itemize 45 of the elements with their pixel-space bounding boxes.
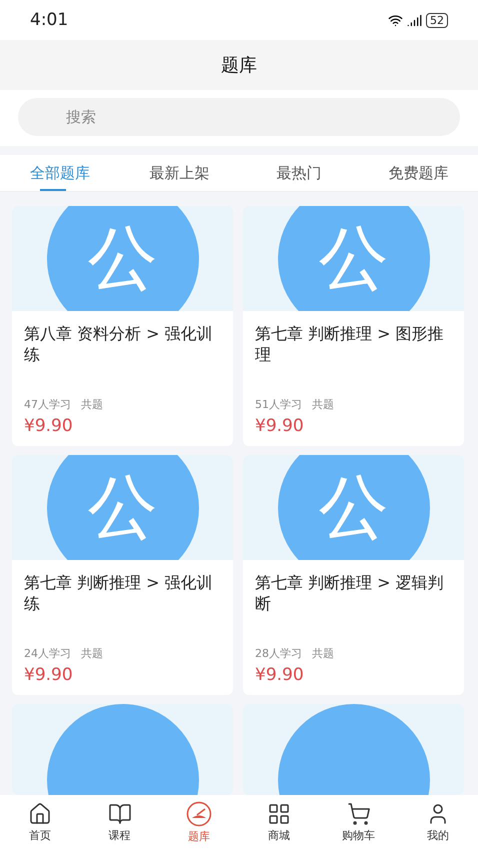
search-field[interactable]: 搜索 [18,98,460,136]
battery-level: 52 [426,12,448,28]
wifi-icon [388,12,403,28]
learner-count: 24人学习 [24,646,71,661]
cover-logo: 公 [46,206,198,311]
card-title: 第七章 判断推理 > 图形推理 [255,323,445,366]
nav-item[interactable]: 我的 [398,795,478,850]
nav-item[interactable]: 商城 [239,795,319,850]
question-count: 共题 [81,397,103,412]
grid-icon [266,802,291,826]
cover-logo: 公 [278,455,430,560]
price-text: ¥9.90 [24,416,74,436]
course-card[interactable]: 公 第七章 判断推理 > 图形推理 51人学习 共题 ¥9.90 [243,206,464,446]
book-icon [108,802,132,826]
home-icon [28,802,52,826]
nav-item[interactable]: 购物车 [318,795,398,850]
price-text: ¥9.90 [24,665,74,685]
category-tab[interactable]: 免费题库 [358,155,478,191]
learner-count: 28人学习 [255,646,302,661]
cart-icon [346,802,371,826]
price-text: ¥9.90 [255,416,305,436]
learner-count: 51人学习 [255,397,302,412]
card-title: 第七章 判断推理 > 强化训练 [24,572,214,615]
nav-item[interactable]: 题库 [159,795,240,850]
question-count: 共题 [312,397,334,412]
nav-item[interactable]: 首页 [0,795,80,850]
category-tab[interactable]: 最新上架 [120,155,239,191]
price-text: ¥9.90 [255,665,305,685]
pen-book-icon [186,801,212,827]
course-card[interactable]: 公 第七章 判断推理 > 逻辑判断 28人学习 共题 ¥9.90 [243,455,464,695]
nav-item[interactable]: 课程 [80,795,160,850]
card-title: 第八章 资料分析 > 强化训练 [24,323,214,366]
status-time: 4:01 [30,10,68,30]
cover-logo: 公 [46,455,198,560]
page-title: 题库 [221,54,257,77]
course-card[interactable]: 公 第七章 判断推理 > 强化训练 24人学习 共题 ¥9.90 [12,455,233,695]
signal-icon [407,12,422,28]
category-tab[interactable]: 最热门 [239,155,358,191]
course-card[interactable]: 公 第八章 资料分析 > 强化训练 47人学习 共题 ¥9.90 [12,206,233,446]
learner-count: 47人学习 [24,397,71,412]
question-count: 共题 [81,646,103,661]
question-count: 共题 [312,646,334,661]
category-tab[interactable]: 全部题库 [0,155,120,191]
card-title: 第七章 判断推理 > 逻辑判断 [255,572,445,615]
cover-logo: 公 [278,206,430,311]
